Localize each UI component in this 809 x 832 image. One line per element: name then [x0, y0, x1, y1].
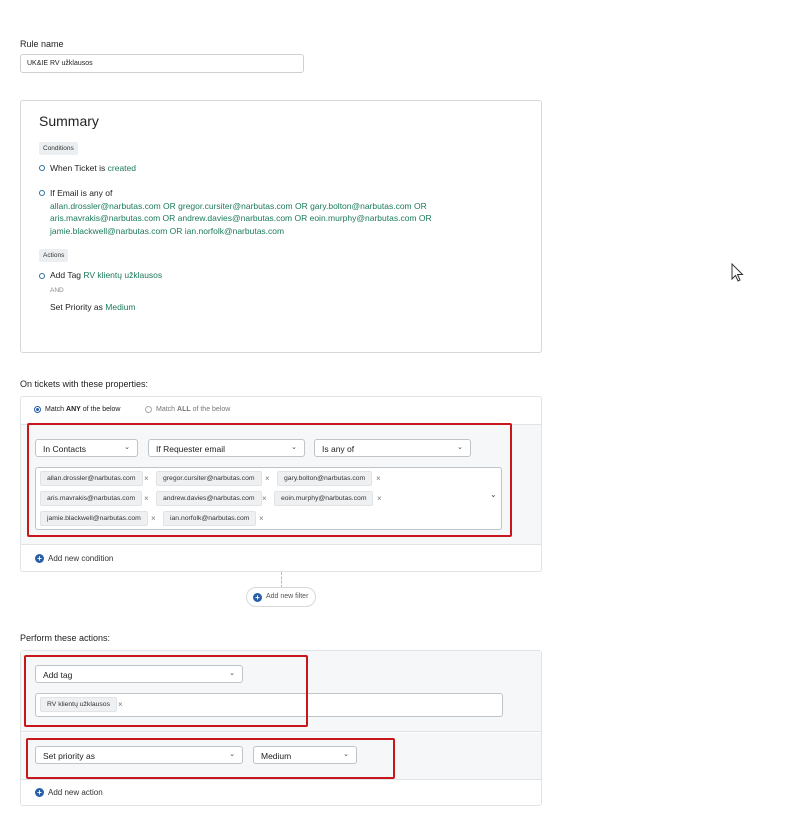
match-all-option[interactable]: Match ALL of the below	[145, 406, 255, 416]
summary-condition-1: When Ticket is created	[50, 163, 136, 173]
add-filter-button[interactable]: + Add new filter	[246, 587, 316, 607]
actions-heading: Perform these actions:	[20, 633, 111, 643]
conditions-heading: On tickets with these properties:	[20, 379, 149, 389]
connector-line	[281, 572, 282, 588]
plus-circle-icon: +	[253, 593, 262, 602]
highlight-box	[26, 738, 395, 779]
mouse-pointer-icon	[731, 263, 744, 282]
summary-and: AND	[50, 287, 64, 294]
rule-name-input[interactable]: UK&IE RV užklausos	[20, 54, 304, 73]
bullet-icon	[39, 190, 45, 196]
conditions-tag: Conditions	[39, 142, 78, 155]
rule-name-label: Rule name	[20, 39, 64, 49]
add-action-button[interactable]: + Add new action	[35, 787, 135, 799]
summary-action-1: Add Tag RV klientų užklausos	[50, 270, 163, 280]
summary-condition-2: If Email is any of allan.drossler@narbut…	[50, 188, 432, 236]
plus-circle-icon: +	[35, 788, 44, 797]
radio-selected-icon[interactable]	[34, 406, 41, 413]
add-condition-button[interactable]: + Add new condition	[35, 553, 135, 565]
bullet-icon	[39, 165, 45, 171]
radio-unselected-icon[interactable]	[145, 406, 152, 413]
plus-circle-icon: +	[35, 554, 44, 563]
summary-panel: Summary Conditions When Ticket is create…	[20, 100, 542, 353]
highlight-box	[27, 423, 512, 537]
bullet-icon	[39, 273, 45, 279]
actions-tag: Actions	[39, 249, 69, 262]
match-any-option[interactable]: Match ANY of the below	[34, 406, 144, 416]
highlight-box	[24, 655, 308, 727]
summary-action-2: Set Priority as Medium	[50, 302, 136, 312]
summary-title: Summary	[39, 113, 99, 129]
